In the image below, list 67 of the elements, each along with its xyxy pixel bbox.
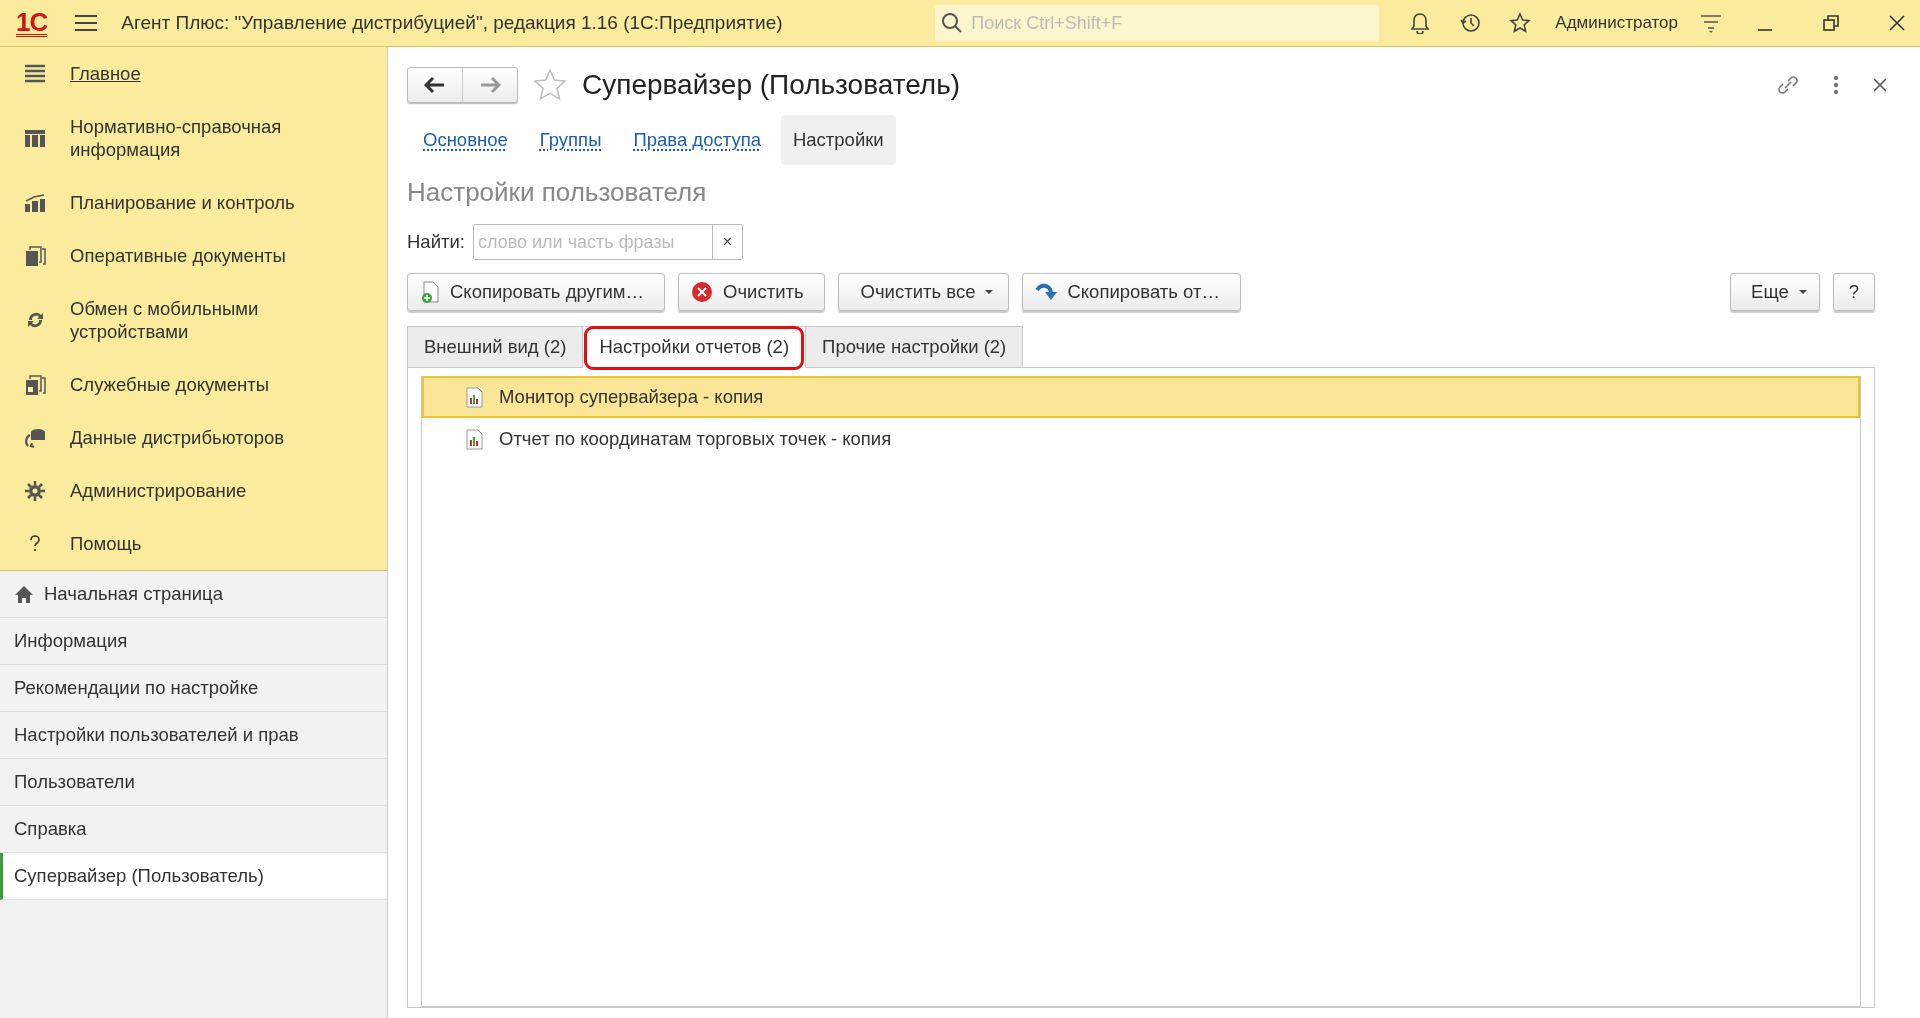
form-title: Супервайзер (Пользователь) xyxy=(582,69,961,101)
list-icon xyxy=(24,62,46,85)
open-page-tab[interactable]: Пользователи xyxy=(0,759,387,806)
toolbar-button[interactable]: Скопировать другим… xyxy=(407,273,666,311)
toolbar-button[interactable]: Очистить все xyxy=(837,273,1010,311)
list-row[interactable]: Отчет по координатам торговых точек - копия xyxy=(422,418,1860,460)
more-icon[interactable] xyxy=(1833,75,1839,95)
document-add-icon xyxy=(420,281,440,303)
bar-chart-icon xyxy=(24,191,46,214)
open-page-tab[interactable]: Настройки пользователей и прав xyxy=(0,712,387,759)
report-icon xyxy=(466,386,483,408)
search-input[interactable]: Поиск Ctrl+Shift+F xyxy=(969,11,1380,35)
find-field[interactable]: слово или часть фразы × xyxy=(472,224,743,260)
find-label: Найти: xyxy=(407,231,465,253)
sidebar-section[interactable]: Обмен с мобильными устройствами xyxy=(0,282,387,358)
search-field[interactable]: Поиск Ctrl+Shift+F xyxy=(935,5,1380,41)
sidebar-section[interactable]: Главное xyxy=(0,47,387,100)
documents-icon xyxy=(24,244,46,267)
documents-icon xyxy=(24,373,46,396)
close-icon[interactable] xyxy=(1888,14,1906,32)
filter-menu-icon[interactable] xyxy=(1700,12,1722,34)
columns-icon xyxy=(24,127,46,149)
report-name: Отчет по координатам торговых точек - копия xyxy=(499,428,892,450)
open-page-tab[interactable]: Супервайзер (Пользователь) xyxy=(0,853,387,900)
settings-tab[interactable]: Внешний вид (2) xyxy=(407,326,584,368)
toolbar-button[interactable]: Очистить xyxy=(678,273,825,311)
curved-arrow-icon xyxy=(1035,282,1058,302)
sidebar-section[interactable]: Администрирование xyxy=(0,464,387,517)
sidebar-section[interactable]: Данные дистрибьюторов xyxy=(0,411,387,464)
form-tab[interactable]: Настройки xyxy=(780,115,896,165)
link-icon[interactable] xyxy=(1777,74,1799,96)
clear-icon xyxy=(691,281,714,303)
sidebar-section[interactable]: Оперативные документы xyxy=(0,229,387,282)
database-icon xyxy=(24,426,46,449)
open-page-tab[interactable]: Начальная страница xyxy=(0,571,387,618)
app-logo[interactable]: 1С xyxy=(16,9,48,37)
home-icon xyxy=(14,584,34,604)
sidebar-section[interactable]: Помощь xyxy=(0,517,387,570)
sidebar-section[interactable]: Служебные документы xyxy=(0,358,387,411)
caret-icon xyxy=(1798,290,1807,294)
toolbar-button[interactable]: Скопировать от… xyxy=(1022,273,1241,311)
report-icon xyxy=(466,428,483,450)
open-page-tab[interactable]: Рекомендации по настройке xyxy=(0,665,387,712)
form-tab[interactable]: Основное xyxy=(411,115,520,165)
menu-icon[interactable] xyxy=(73,12,100,34)
open-page-tab[interactable]: Информация xyxy=(0,618,387,665)
clear-search-button[interactable]: × xyxy=(711,225,742,259)
list-row[interactable]: Монитор супервайзера - копия xyxy=(422,376,1860,418)
gear-icon xyxy=(24,479,46,502)
section-heading: Настройки пользователя xyxy=(407,177,708,208)
more-button[interactable]: Еще xyxy=(1730,273,1820,311)
close-icon[interactable] xyxy=(1873,78,1887,92)
report-name: Монитор супервайзера - копия xyxy=(499,386,764,408)
caret-icon xyxy=(985,290,994,294)
form-tab[interactable]: Права доступа xyxy=(621,115,773,165)
help-button[interactable]: ? xyxy=(1832,273,1875,311)
search-icon xyxy=(941,12,964,34)
form-tab[interactable]: Группы xyxy=(527,115,614,165)
restore-icon[interactable] xyxy=(1822,14,1840,32)
sidebar-section[interactable]: Нормативно-справочная информация xyxy=(0,100,387,176)
settings-tab[interactable]: Настройки отчетов (2) xyxy=(583,326,807,368)
user-name[interactable]: Администратор xyxy=(1555,13,1678,33)
help-icon xyxy=(27,534,43,553)
star-icon[interactable] xyxy=(532,68,568,102)
window-title: Агент Плюс: "Управление дистрибуцией", редакция 1.16 (1С:Предприятие) xyxy=(121,12,783,34)
settings-tab[interactable]: Прочие настройки (2) xyxy=(806,326,1024,368)
sidebar-section[interactable]: Планирование и контроль xyxy=(0,176,387,229)
